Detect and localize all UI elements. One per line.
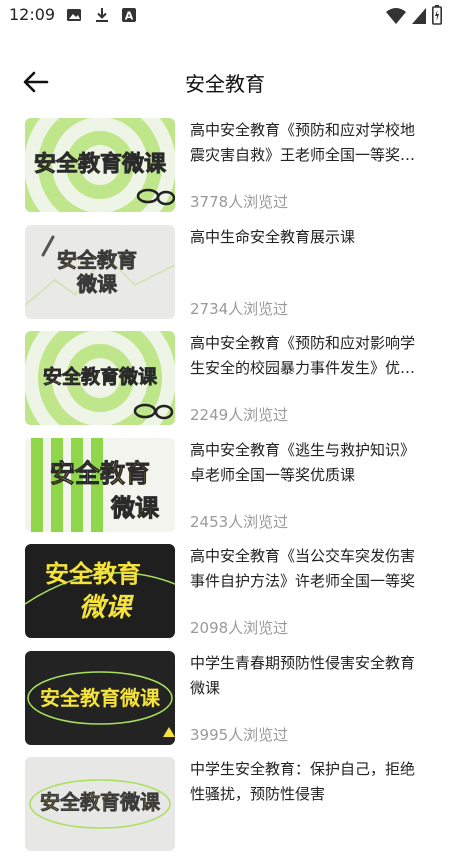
list-item[interactable]: 安全教育微课 高中安全教育《预防和应对影响学生安全的校园暴力事件发生》优质课 2…	[0, 331, 450, 438]
view-count: 2249人浏览过	[190, 406, 289, 424]
download-icon	[94, 7, 110, 27]
video-thumbnail: 安全教育 微课	[25, 437, 175, 532]
svg-text:安全教育: 安全教育	[57, 248, 137, 272]
page-title: 安全教育	[185, 72, 265, 96]
thumbnail-text: 安全教育微课	[43, 365, 158, 388]
status-bar: 12:09 A	[0, 0, 450, 32]
svg-text:微课: 微课	[79, 593, 134, 623]
list-item[interactable]: 安全教育 微课 高中生命安全教育展示课 2734人浏览过	[0, 224, 450, 332]
video-thumbnail: 安全教育微课	[25, 331, 175, 425]
list-item[interactable]: 安全教育 微课 高中安全教育《当公交车突发伤害事件自护方法》许老师全国一等奖 2…	[0, 544, 450, 651]
thumbnail-text: 安全教育微课	[34, 151, 167, 177]
a-badge-icon: A	[121, 7, 137, 27]
svg-text:A: A	[125, 10, 134, 23]
list-item[interactable]: 安全教育微课 高中安全教育《预防和应对学校地震灾害自救》王老师全国一等奖优质课 …	[0, 118, 450, 225]
svg-text:安全教育: 安全教育	[50, 459, 150, 488]
item-title: 高中安全教育《当公交车突发伤害事件自护方法》许老师全国一等奖	[190, 547, 416, 590]
wifi-icon	[385, 7, 407, 29]
view-count: 2734人浏览过	[190, 299, 289, 318]
item-title: 高中安全教育《预防和应对学校地震灾害自救》王老师全国一等奖优质课	[190, 121, 416, 164]
item-title: 高中生命安全教育展示课	[190, 227, 356, 246]
view-count: 3995人浏览过	[190, 725, 289, 744]
item-title: 高中安全教育《逃生与救护知识》卓老师全国一等奖优质课	[190, 440, 416, 484]
video-thumbnail: 安全教育微课	[25, 650, 175, 745]
thumbnail-text: 安全教育微课	[40, 790, 161, 814]
svg-text:安全教育: 安全教育	[45, 560, 141, 588]
svg-text:微课: 微课	[110, 494, 160, 522]
video-thumbnail: 安全教育 微课	[25, 224, 175, 319]
app-bar: 安全教育	[0, 56, 450, 108]
video-list: 安全教育微课 高中安全教育《预防和应对学校地震灾害自救》王老师全国一等奖优质课 …	[0, 118, 450, 864]
list-item[interactable]: 安全教育微课 中学生安全教育：保护自己，拒绝性骚扰，预防性侵害	[0, 757, 450, 864]
video-thumbnail: 安全教育微课	[25, 118, 175, 212]
view-count: 2098人浏览过	[190, 619, 289, 637]
list-item[interactable]: 安全教育 微课 高中安全教育《逃生与救护知识》卓老师全国一等奖优质课 2453人…	[0, 437, 450, 545]
svg-text:微课: 微课	[76, 272, 118, 296]
list-item[interactable]: 安全教育微课 中学生青春期预防性侵害安全教育微课 3995人浏览过	[0, 650, 450, 758]
battery-icon	[432, 5, 442, 29]
status-time: 12:09	[9, 5, 56, 24]
video-thumbnail: 安全教育微课	[25, 757, 175, 851]
thumbnail-text: 安全教育微课	[40, 686, 161, 710]
video-thumbnail: 安全教育 微课	[25, 544, 175, 638]
view-count: 3778人浏览过	[190, 193, 289, 211]
item-title: 高中安全教育《预防和应对影响学生安全的校园暴力事件发生》优质课	[190, 334, 416, 377]
item-title: 中学生青春期预防性侵害安全教育微课	[190, 653, 416, 697]
image-icon	[66, 7, 82, 27]
signal-icon	[411, 7, 427, 29]
view-count: 2453人浏览过	[190, 512, 289, 531]
